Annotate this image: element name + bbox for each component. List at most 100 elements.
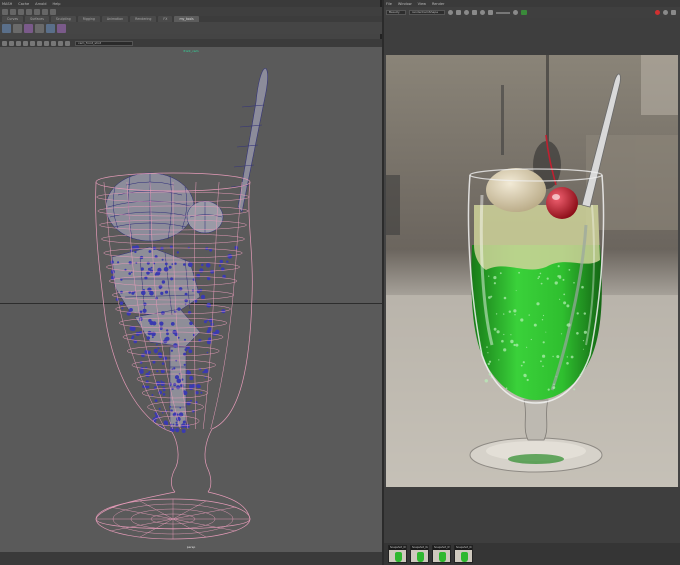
xray-icon[interactable] bbox=[58, 40, 63, 46]
bubble-vertex bbox=[176, 385, 181, 390]
grid-toggle-icon[interactable] bbox=[16, 40, 21, 46]
bubble-vertex bbox=[169, 405, 172, 408]
bubble-vertex bbox=[170, 349, 173, 352]
wireframe-icon[interactable] bbox=[23, 40, 28, 46]
bubble-vertex bbox=[172, 423, 175, 426]
camera-attributes-icon[interactable] bbox=[2, 40, 7, 46]
bubble-vertex bbox=[155, 296, 158, 300]
rgb-icon[interactable] bbox=[480, 10, 485, 15]
shadows-icon[interactable] bbox=[51, 40, 56, 46]
shelf-material-icon[interactable] bbox=[46, 23, 55, 33]
menu-help[interactable]: Help bbox=[53, 2, 61, 6]
stop-render-icon[interactable] bbox=[655, 10, 660, 15]
bubble-vertex bbox=[173, 367, 176, 370]
crop-icon[interactable] bbox=[464, 10, 469, 15]
bubble-vertex bbox=[160, 380, 162, 382]
bubble-vertex bbox=[187, 262, 193, 268]
shelf-camera-icon[interactable] bbox=[35, 23, 44, 33]
bubble-vertex bbox=[159, 287, 162, 290]
camera-select-field[interactable]: cam_front_shot bbox=[75, 40, 133, 46]
soda-bubble bbox=[520, 318, 524, 322]
snap-point-icon[interactable] bbox=[42, 8, 48, 15]
snapshot-label: Snapshot_02 bbox=[411, 546, 428, 550]
snapshot-thumb[interactable]: Snapshot_03 bbox=[432, 545, 451, 563]
smooth-shade-icon[interactable] bbox=[30, 40, 35, 46]
soda-bubble bbox=[488, 296, 491, 299]
bubble-vertex bbox=[227, 253, 233, 259]
soda-bubble bbox=[562, 278, 565, 281]
soda-bubble bbox=[553, 383, 555, 386]
soda-bubble bbox=[582, 340, 585, 342]
camera-dropdown[interactable]: renderCamShape bbox=[409, 10, 445, 15]
bubble-vertex bbox=[157, 430, 160, 433]
soda-bubble bbox=[560, 333, 563, 335]
soda-bubble bbox=[510, 339, 514, 344]
aov-dropdown[interactable]: Beauty bbox=[386, 10, 406, 15]
soda-bubble bbox=[583, 330, 587, 334]
bubble-vertex bbox=[174, 262, 177, 265]
bubble-vertex bbox=[151, 336, 154, 339]
snapshot-thumb[interactable]: Snapshot_01 bbox=[388, 545, 407, 563]
textured-icon[interactable] bbox=[37, 40, 42, 46]
bubble-vertex bbox=[207, 327, 212, 332]
rendered-image[interactable] bbox=[386, 55, 678, 487]
render-view-window: File Window View Render Beauty renderCam… bbox=[384, 0, 680, 565]
shelf-light-icon[interactable] bbox=[24, 23, 33, 33]
shelf-texture-icon[interactable] bbox=[57, 23, 66, 33]
bubble-vertex bbox=[128, 261, 132, 265]
soda-bubble bbox=[559, 298, 561, 300]
soda-bubble bbox=[566, 362, 569, 365]
soda-bubble bbox=[496, 330, 500, 334]
refresh-icon[interactable] bbox=[448, 10, 453, 15]
paint-tool-icon[interactable] bbox=[18, 8, 24, 15]
lasso-tool-icon[interactable] bbox=[10, 8, 16, 15]
soda-bubble bbox=[488, 360, 492, 363]
isolate-icon[interactable] bbox=[65, 40, 70, 46]
menu-file[interactable]: File bbox=[386, 2, 392, 6]
soda-bubble bbox=[536, 302, 540, 306]
shelf-ipr-icon[interactable] bbox=[13, 23, 22, 33]
3d-viewport[interactable]: front_cam persp bbox=[0, 47, 382, 552]
bubble-vertex bbox=[152, 321, 157, 326]
menu-view[interactable]: View bbox=[418, 2, 426, 6]
expand-icon[interactable] bbox=[671, 10, 676, 15]
soda-bubble bbox=[556, 355, 560, 359]
snapshot-thumb[interactable]: Snapshot_02 bbox=[410, 545, 429, 563]
menu-mash[interactable]: MASH bbox=[2, 2, 12, 6]
bubble-vertex bbox=[203, 320, 207, 324]
shelf-render-icon[interactable] bbox=[2, 23, 11, 33]
bubble-vertex bbox=[189, 376, 194, 381]
gamma-icon[interactable] bbox=[513, 10, 518, 15]
menu-cache[interactable]: Cache bbox=[18, 2, 29, 6]
alpha-icon[interactable] bbox=[488, 10, 493, 15]
history-icon[interactable] bbox=[50, 8, 56, 15]
region-icon[interactable] bbox=[456, 10, 461, 15]
settings-icon[interactable] bbox=[663, 10, 668, 15]
channel-icon[interactable] bbox=[472, 10, 477, 15]
exposure-slider[interactable] bbox=[496, 11, 510, 14]
bubble-vertex bbox=[185, 293, 188, 296]
bubble-vertex bbox=[144, 276, 148, 280]
snap-curve-icon[interactable] bbox=[34, 8, 40, 15]
soda-bubble bbox=[493, 327, 497, 331]
snapshot-icon[interactable] bbox=[521, 10, 527, 15]
rendered-cream-soda bbox=[386, 55, 678, 487]
menu-arnold[interactable]: Arnold bbox=[35, 2, 46, 6]
menu-render[interactable]: Render bbox=[432, 2, 444, 6]
bubble-vertex bbox=[179, 406, 182, 409]
bubble-vertex bbox=[187, 246, 190, 249]
soda-bubble bbox=[505, 387, 508, 390]
soda-bubble bbox=[526, 378, 529, 382]
snap-grid-icon[interactable] bbox=[26, 8, 32, 15]
bubble-vertex bbox=[163, 339, 168, 344]
bubble-vertex bbox=[204, 376, 207, 379]
bookmark-icon[interactable] bbox=[9, 40, 14, 46]
soda-bubble bbox=[493, 282, 496, 285]
time-slider-bar[interactable] bbox=[0, 552, 382, 565]
select-tool-icon[interactable] bbox=[2, 8, 8, 15]
lights-icon[interactable] bbox=[44, 40, 49, 46]
status-line bbox=[0, 7, 382, 16]
snapshot-thumb[interactable]: Snapshot_04 bbox=[454, 545, 473, 563]
bubble-vertex bbox=[164, 290, 169, 294]
menu-window[interactable]: Window bbox=[398, 2, 412, 6]
